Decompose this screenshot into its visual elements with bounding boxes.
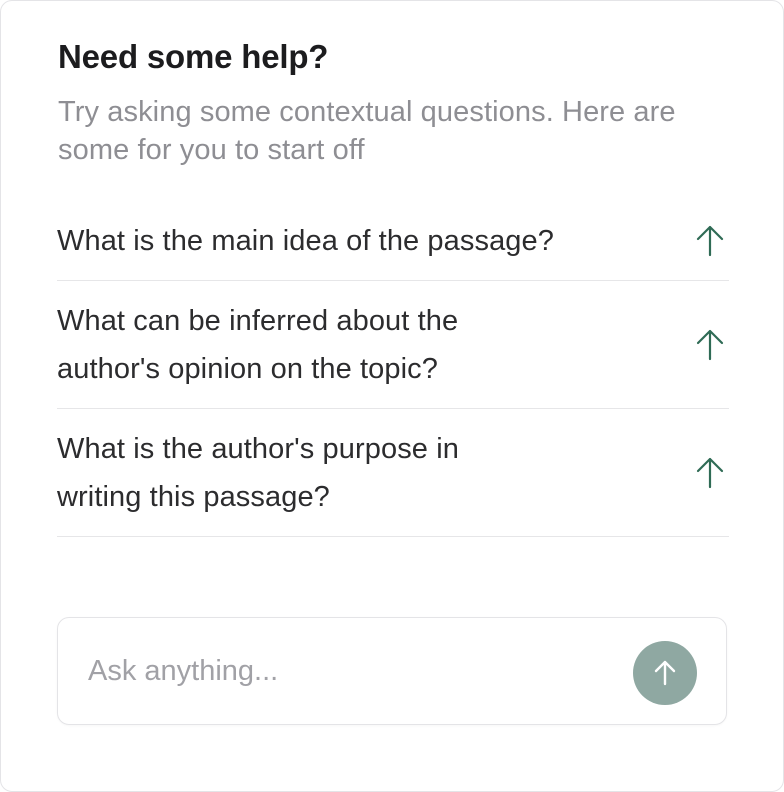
suggestion-text: What is the author's purpose in writing … — [57, 432, 459, 513]
arrow-up-icon — [654, 660, 676, 686]
panel-subtitle: Try asking some contextual questions. He… — [58, 96, 676, 166]
arrow-up-icon[interactable] — [695, 456, 725, 490]
ask-input[interactable] — [88, 648, 608, 694]
suggestion-item[interactable]: What is the author's purpose in writing … — [57, 409, 729, 537]
suggestion-text: What is the main idea of the passage? — [57, 224, 554, 257]
arrow-up-icon[interactable] — [695, 224, 725, 258]
send-button[interactable] — [633, 641, 697, 705]
help-panel: Need some help? Try asking some contextu… — [0, 0, 784, 792]
suggestion-item[interactable]: What can be inferred about the author's … — [57, 281, 729, 409]
arrow-up-icon[interactable] — [695, 328, 725, 362]
ask-composer — [57, 617, 727, 725]
suggestion-list: What is the main idea of the passage? Wh… — [57, 201, 729, 537]
panel-title: Need some help? — [58, 38, 329, 75]
suggestion-text: What can be inferred about the author's … — [57, 304, 459, 385]
suggestion-item[interactable]: What is the main idea of the passage? — [57, 201, 729, 281]
